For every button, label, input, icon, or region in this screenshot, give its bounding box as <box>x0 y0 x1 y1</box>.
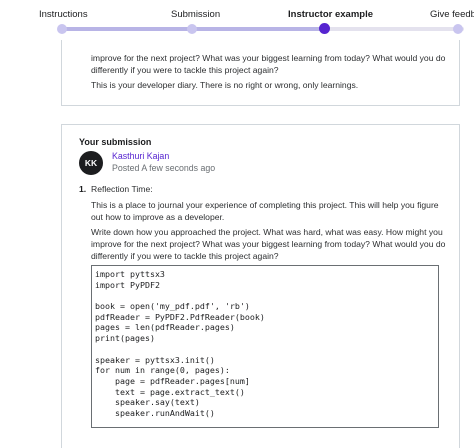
code-line: speaker.runAndWait() <box>95 407 215 418</box>
question-text-line: This is a place to journal your experien… <box>91 200 439 210</box>
author-name-link[interactable]: Kasthuri Kajan <box>112 151 169 161</box>
step-give-feedback[interactable]: Give feedba <box>430 9 474 20</box>
code-line: speaker.say(text) <box>95 397 200 408</box>
prompt-text-line: differently if you were to tackle this p… <box>91 65 279 75</box>
code-line: for num in range(0, pages): <box>95 365 230 376</box>
code-line: book = open('my_pdf.pdf', 'rb') <box>95 301 250 312</box>
code-line: print(pages) <box>95 333 155 344</box>
question-text-line: differently if you were to tackle this p… <box>91 251 279 261</box>
step-dot-instructions[interactable] <box>57 24 67 34</box>
question-text-line: improve for the next project? What was y… <box>91 239 446 249</box>
step-instructor-example[interactable]: Instructor example <box>288 9 373 20</box>
code-line: page = pdfReader.pages[num] <box>95 375 250 386</box>
step-instructions[interactable]: Instructions <box>39 9 88 20</box>
prompt-text-line: improve for the next project? What was y… <box>91 53 446 63</box>
avatar[interactable]: KK <box>79 151 103 175</box>
code-line: import PyPDF2 <box>95 279 160 290</box>
question-text-line: Write down how you approached the projec… <box>91 227 443 237</box>
question-number: 1. <box>79 184 87 194</box>
question-text-line: out how to improve as a developer. <box>91 212 225 222</box>
step-dot-submission[interactable] <box>187 24 197 34</box>
code-line: pdfReader = PyPDF2.PdfReader(book) <box>95 311 265 322</box>
submission-title: Your submission <box>79 137 152 147</box>
code-line: import pyttsx3 <box>95 269 165 279</box>
step-dot-give-feedback[interactable] <box>453 24 463 34</box>
code-line: text = page.extract_text() <box>95 386 245 397</box>
code-line: pages = len(pdfReader.pages) <box>95 322 235 333</box>
posted-timestamp: Posted A few seconds ago <box>112 163 216 173</box>
avatar-initials: KK <box>84 158 98 168</box>
question-heading: Reflection Time: <box>91 184 153 194</box>
step-dot-instructor-example[interactable] <box>319 23 330 34</box>
prompt-text-line: This is your developer diary. There is n… <box>91 80 359 90</box>
step-submission[interactable]: Submission <box>171 9 220 20</box>
code-answer-block: import pyttsx3 import PyPDF2 book = open('… <box>91 265 439 428</box>
progress-stepper: Instructions Submission Instructor examp… <box>0 0 474 40</box>
code-line: speaker = pyttsx3.init() <box>95 354 215 365</box>
